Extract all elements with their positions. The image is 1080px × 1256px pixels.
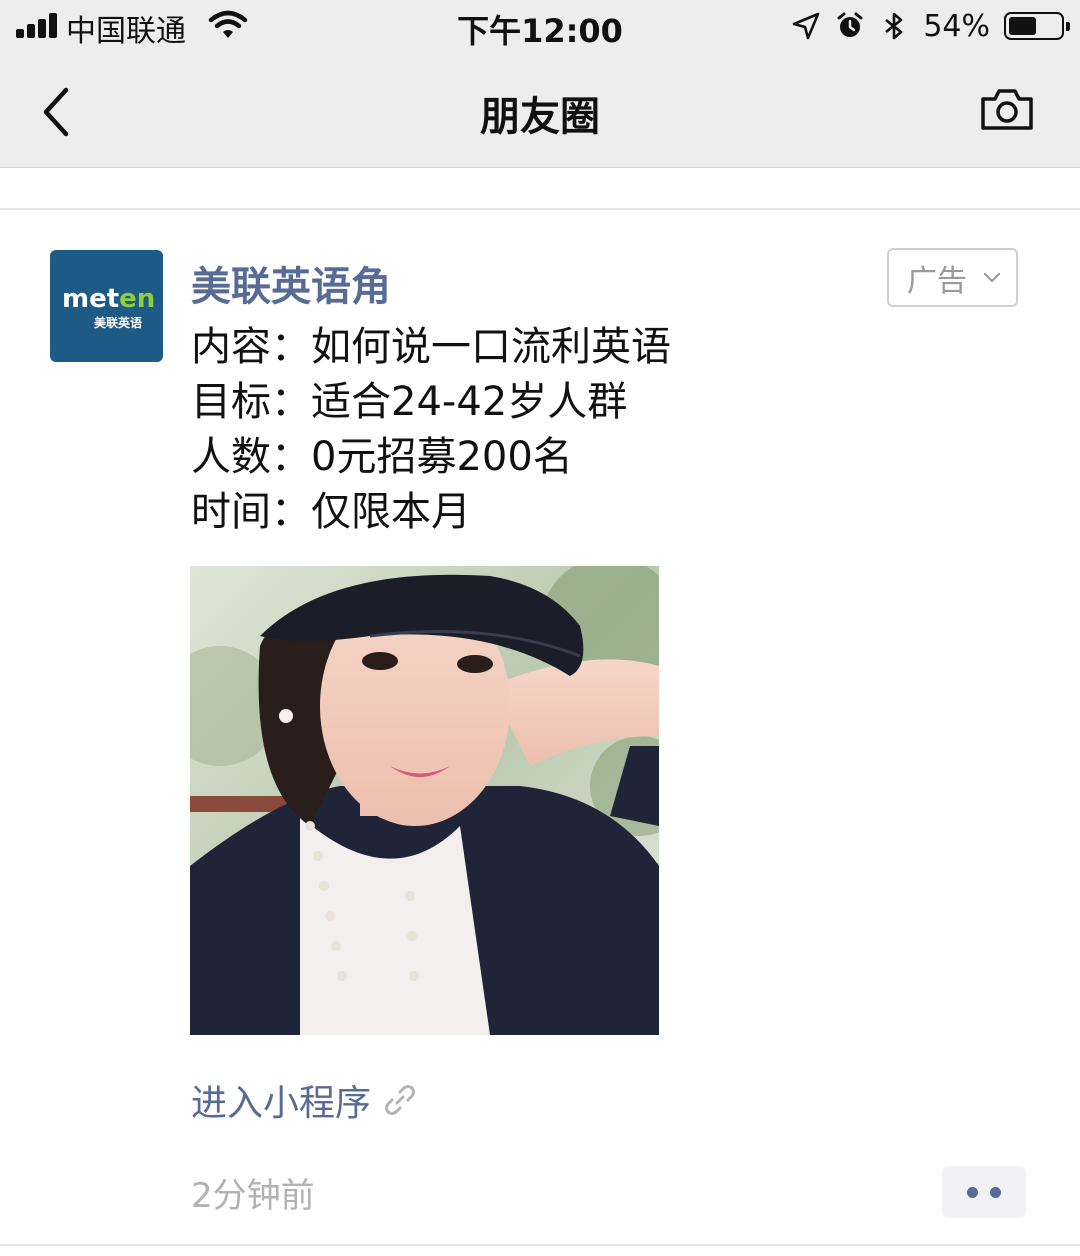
- post-timestamp: 2分钟前: [191, 1176, 315, 1216]
- divider: [0, 1244, 1080, 1246]
- link-icon: [385, 1085, 416, 1115]
- bluetooth-icon: [885, 12, 903, 40]
- post-text-line: 目标：适合24-42岁人群: [191, 379, 628, 425]
- avatar-logo-cn: 美联英语: [94, 316, 143, 330]
- location-icon: [793, 12, 820, 40]
- battery-percent: 54%: [923, 8, 990, 44]
- post-photo[interactable]: [190, 566, 659, 1035]
- post-text-line: 人数：0元招募200名: [191, 434, 573, 480]
- ad-tag-button[interactable]: 广告: [887, 248, 1018, 307]
- post-text-line: 内容：如何说一口流利英语: [191, 324, 671, 370]
- status-bar: 中国联通 下午12:00 54%: [0, 0, 1080, 56]
- ad-label: 广告: [907, 263, 967, 299]
- camera-icon[interactable]: [980, 86, 1034, 132]
- status-right-group: 54%: [791, 6, 1070, 46]
- avatar[interactable]: meten 美联英语: [50, 250, 163, 362]
- more-options-button[interactable]: [942, 1166, 1026, 1218]
- post-text: 内容：如何说一口流利英语 目标：适合24-42岁人群 人数：0元招募200名 时…: [191, 320, 671, 540]
- more-dot-icon: [990, 1186, 1001, 1198]
- mini-program-link[interactable]: 进入小程序: [191, 1074, 417, 1126]
- post-text-line: 时间：仅限本月: [191, 489, 471, 535]
- post-author-name[interactable]: 美联英语角: [191, 254, 391, 312]
- nav-bar: 朋友圈: [0, 56, 1080, 168]
- more-dot-icon: [967, 1186, 978, 1198]
- avatar-logo-text: meten: [62, 284, 156, 314]
- chevron-down-icon: [983, 272, 1001, 282]
- photo-illustration: [190, 566, 659, 1035]
- top-bar: 中国联通 下午12:00 54% 朋友圈: [0, 0, 1080, 168]
- alarm-icon: [837, 12, 863, 37]
- page-title: 朋友圈: [480, 94, 600, 140]
- divider: [0, 208, 1080, 210]
- battery-icon: [1004, 12, 1070, 40]
- mini-program-label: 进入小程序: [191, 1083, 372, 1124]
